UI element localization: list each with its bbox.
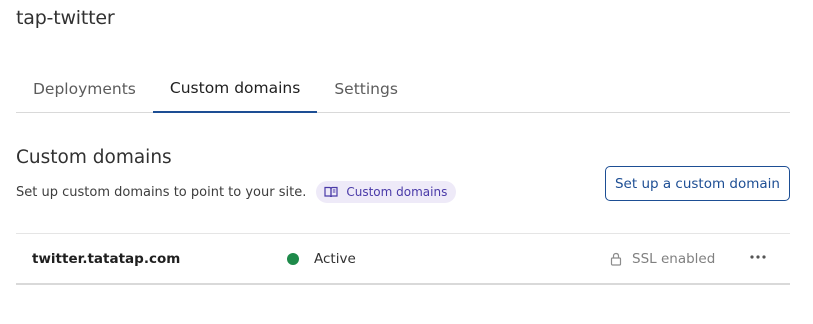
set-up-custom-domain-button[interactable]: Set up a custom domain: [605, 166, 790, 201]
lock-icon: [610, 252, 622, 266]
domain-status: Active: [287, 251, 356, 267]
tab-bar: Deployments Custom domains Settings: [16, 70, 790, 113]
ssl-label: SSL enabled: [632, 251, 716, 267]
tab-custom-domains[interactable]: Custom domains: [152, 70, 318, 113]
section-description-text: Set up custom domains to point to your s…: [16, 184, 307, 200]
custom-domains-doc-link[interactable]: Custom domains: [316, 181, 457, 203]
more-horizontal-icon: [750, 255, 766, 259]
project-title: tap-twitter: [16, 7, 115, 29]
ssl-status: SSL enabled: [610, 251, 715, 267]
domain-row: twitter.tatatap.com Active SSL enabled: [16, 233, 790, 285]
section-description: Set up custom domains to point to your s…: [16, 181, 457, 203]
tab-settings[interactable]: Settings: [317, 70, 415, 113]
tab-deployments[interactable]: Deployments: [16, 70, 153, 113]
section-title: Custom domains: [16, 147, 172, 168]
doc-link-label: Custom domains: [346, 185, 448, 199]
status-dot-icon: [287, 253, 299, 265]
domain-menu-button[interactable]: [747, 246, 769, 268]
status-label: Active: [314, 251, 356, 267]
domain-name[interactable]: twitter.tatatap.com: [32, 251, 180, 267]
book-icon: [324, 186, 338, 198]
